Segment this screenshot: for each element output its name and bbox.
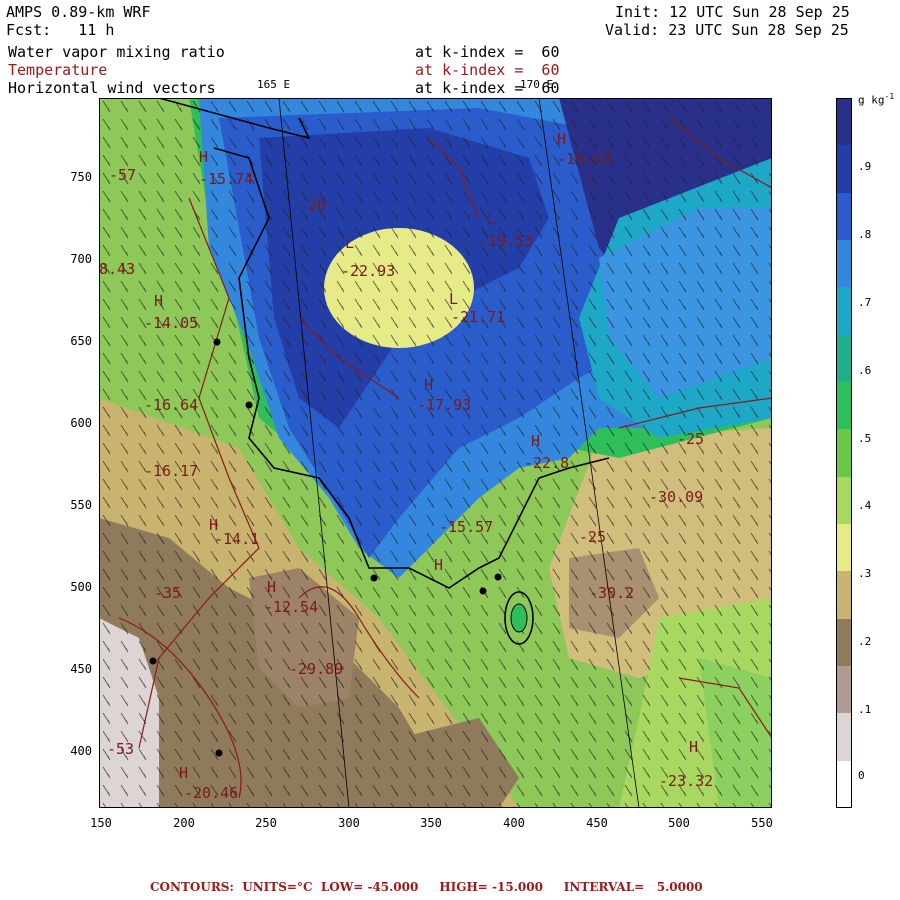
field-water-vapor: Water vapor mixing ratio — [8, 43, 225, 61]
temp-label: -15.74 — [199, 170, 253, 188]
temp-label: -19.53 — [479, 232, 533, 250]
svg-text:H: H — [689, 738, 698, 756]
temp-label: -53 — [107, 740, 134, 758]
colorbar-label: .2 — [858, 635, 872, 648]
temp-label: 8.43 — [99, 260, 135, 278]
field-wind: Horizontal wind vectors — [8, 79, 216, 97]
colorbar-label: .1 — [858, 703, 872, 716]
svg-text:L: L — [345, 234, 354, 252]
temp-label: -14.05 — [144, 314, 198, 332]
x-tick-300: 300 — [338, 816, 360, 830]
colorbar-label: .4 — [858, 499, 872, 512]
y-tick-750: 750 — [70, 170, 92, 184]
longitude-label-165e: 165 E — [257, 78, 291, 91]
x-tick-550: 550 — [751, 816, 773, 830]
temp-label: -22.8 — [524, 454, 569, 472]
colorbar-label: 0 — [858, 769, 865, 782]
temp-label: -22.93 — [341, 262, 395, 280]
temp-label: -23.32 — [659, 772, 713, 790]
temp-label: -30.09 — [649, 488, 703, 506]
valid-time: Valid: 23 UTC Sun 28 Sep 25 — [605, 21, 849, 39]
x-tick-350: 350 — [420, 816, 442, 830]
temp-label: -21.71 — [451, 308, 505, 326]
longitude-label-170e: 170 E — [520, 78, 554, 91]
temp-label: -17.93 — [417, 396, 471, 414]
temp-label: -14.1 — [214, 530, 259, 548]
temp-label: -12.54 — [264, 598, 318, 616]
temp-label: -29.89 — [289, 660, 343, 678]
field-temperature: Temperature — [8, 61, 108, 79]
colorbar-label: .5 — [858, 432, 872, 445]
map-panel: H H L L L H H H H H H H H -15.74 8.43 -1… — [99, 98, 772, 808]
x-tick-500: 500 — [668, 816, 690, 830]
init-time: Init: 12 UTC Sun 28 Sep 25 — [615, 3, 850, 21]
svg-text:H: H — [199, 148, 208, 166]
svg-text:H: H — [267, 578, 276, 596]
y-tick-400: 400 — [70, 744, 92, 758]
colorbar-label: .7 — [858, 296, 872, 309]
model-title: AMPS 0.89-km WRF — [6, 3, 151, 21]
forecast-hour: Fcst: 11 h — [6, 21, 115, 39]
temp-label: -16.17 — [144, 462, 198, 480]
y-tick-500: 500 — [70, 580, 92, 594]
temp-label: -57 — [109, 166, 136, 184]
svg-text:L: L — [449, 290, 458, 308]
y-tick-700: 700 — [70, 252, 92, 266]
colorbar-label: .9 — [858, 160, 872, 173]
temp-label: -15.57 — [439, 518, 493, 536]
colorbar-label: .3 — [858, 567, 872, 580]
temp-label: -25 — [579, 528, 606, 546]
temp-label: -35 — [154, 584, 181, 602]
x-tick-450: 450 — [586, 816, 608, 830]
kindex-1: at k-index = 60 — [415, 43, 560, 61]
temp-label: -25 — [677, 430, 704, 448]
y-tick-650: 650 — [70, 334, 92, 348]
colorbar-unit: g kg-1 — [858, 92, 895, 107]
x-tick-200: 200 — [173, 816, 195, 830]
y-tick-600: 600 — [70, 416, 92, 430]
temp-label: -16.64 — [144, 396, 198, 414]
y-tick-450: 450 — [70, 662, 92, 676]
colorbar-label: .8 — [858, 228, 872, 241]
colorbar — [836, 98, 852, 809]
svg-text:H: H — [424, 376, 433, 394]
svg-text:H: H — [154, 292, 163, 310]
temp-label: -30.2 — [589, 584, 634, 602]
temp-label: -20 — [299, 196, 326, 214]
x-tick-250: 250 — [255, 816, 277, 830]
colorbar-label: .6 — [858, 364, 872, 377]
temp-label: -19.43 — [557, 150, 611, 168]
svg-text:H: H — [531, 432, 540, 450]
temp-label: -20.46 — [184, 784, 238, 802]
svg-text:H: H — [434, 556, 443, 574]
svg-text:H: H — [557, 130, 566, 148]
kindex-2: at k-index = 60 — [415, 61, 560, 79]
svg-text:L: L — [487, 210, 496, 228]
contour-info: CONTOURS: UNITS=°C LOW= -45.000 HIGH= -1… — [150, 880, 703, 894]
x-tick-400: 400 — [503, 816, 525, 830]
svg-text:H: H — [179, 764, 188, 782]
y-tick-550: 550 — [70, 498, 92, 512]
x-tick-150: 150 — [90, 816, 112, 830]
